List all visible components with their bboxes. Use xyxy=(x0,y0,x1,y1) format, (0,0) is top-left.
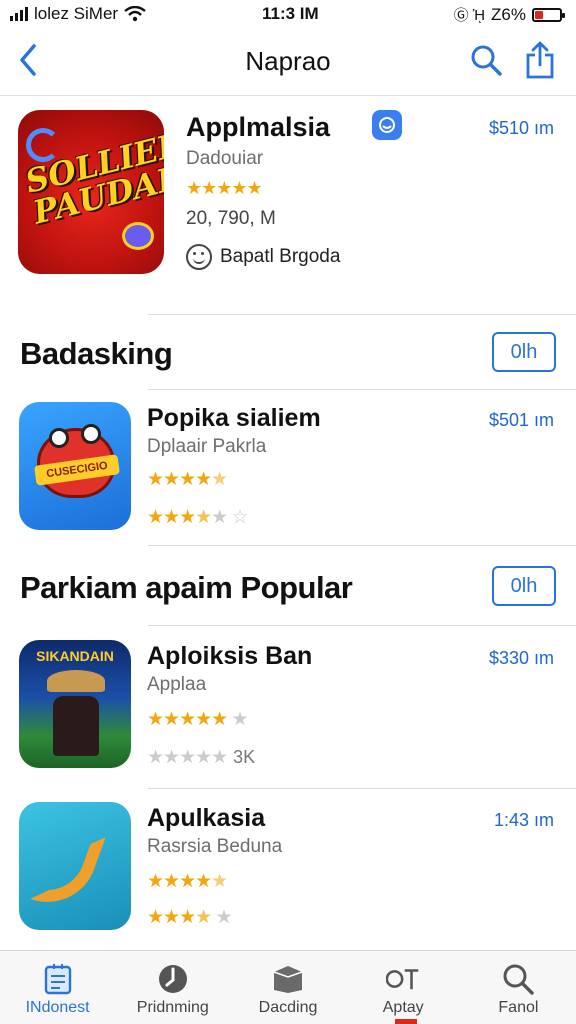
search-button[interactable] xyxy=(466,40,506,80)
apps-icon xyxy=(271,963,305,995)
tab-apps[interactable]: Dacding xyxy=(230,951,345,1024)
rating-stars-secondary: ★★★★ ★ xyxy=(147,906,232,929)
app-icon[interactable] xyxy=(19,802,131,930)
divider xyxy=(148,314,576,315)
tab-label: INdonest xyxy=(25,999,90,1016)
price-button[interactable]: 1:43 ım xyxy=(494,810,554,831)
tab-search[interactable]: Fanol xyxy=(461,951,576,1024)
stars-filled: ★★★★★ xyxy=(147,709,228,730)
arcade-icon xyxy=(386,963,420,995)
share-button[interactable] xyxy=(520,38,560,82)
hat-graphic xyxy=(47,670,105,692)
featured-app-name[interactable]: Applmalsia xyxy=(186,112,330,143)
divider xyxy=(148,788,576,789)
rating-stars: ★★★★★ ★ xyxy=(147,708,249,731)
section-title: Parkiam apaim Popular xyxy=(20,570,353,605)
price-button[interactable]: $501 ım xyxy=(489,410,554,431)
divider xyxy=(148,625,576,626)
stars-filled: ★★★★ xyxy=(147,871,212,892)
stars-half: ★ xyxy=(211,469,228,490)
price-button[interactable]: $330 ım xyxy=(489,648,554,669)
list-item[interactable]: CUSECIGIO Popika sialiem Dplaair Pakrla … xyxy=(0,402,576,532)
eye-graphic xyxy=(81,424,101,444)
stars-filled: ★★★ xyxy=(147,507,196,528)
battery-percent: Z6% xyxy=(491,4,526,24)
app-name[interactable]: Popika sialiem xyxy=(147,404,321,433)
games-icon xyxy=(156,963,190,995)
section-title: Badasking xyxy=(20,336,173,371)
list-item[interactable]: SIKANDAIN Aploiksis Ban Applaa $330 ım ★… xyxy=(0,640,576,770)
section-header: Badasking 0lh xyxy=(0,326,576,382)
tab-label: Aptay xyxy=(382,999,424,1016)
status-time: 11:3 IM xyxy=(262,4,319,23)
battery-icon xyxy=(532,7,565,22)
rating-stars-secondary: ★★★★★ 3K xyxy=(147,746,255,769)
search-icon xyxy=(501,963,535,995)
featured-rating-stars: ★★★★★ xyxy=(186,178,263,198)
stars-empty: ★ ☆ xyxy=(211,507,248,528)
smiley-icon xyxy=(186,244,212,270)
tab-label: Fanol xyxy=(498,999,539,1016)
status-icons: Ⓖ ᾘ xyxy=(453,7,486,24)
rating-stars: ★★★★★ xyxy=(147,870,228,893)
featured-app-icon[interactable]: SOLLIEK PAUDAI xyxy=(18,110,164,274)
carrier-label: lolez SiMer xyxy=(34,4,119,23)
see-all-button[interactable]: 0lh xyxy=(492,566,556,606)
divider xyxy=(148,545,576,546)
app-developer: Applaa xyxy=(147,674,207,695)
app-icon-label: SIKANDAIN xyxy=(36,648,114,664)
rating-count: 3K xyxy=(233,747,256,767)
divider xyxy=(148,389,576,390)
player-graphic xyxy=(53,696,99,756)
app-icon[interactable]: SIKANDAIN xyxy=(19,640,131,768)
app-developer: Rasrsia Beduna xyxy=(147,836,283,857)
app-developer: Dplaair Pakrla xyxy=(147,436,267,457)
app-icon[interactable]: CUSECIGIO xyxy=(19,402,131,530)
rating-stars: ★★★★★ xyxy=(147,468,228,491)
featured-award-label: Bapatl Brgoda xyxy=(220,246,341,267)
eye-graphic xyxy=(49,428,69,448)
featured-app[interactable]: SOLLIEK PAUDAI Applmalsia $510 ım Dadoui… xyxy=(0,108,576,288)
stars-empty: ★★★★★ xyxy=(147,747,228,768)
rating-stars-secondary: ★★★★★ ☆ xyxy=(147,506,249,529)
featured-price-button[interactable]: $510 ım xyxy=(489,118,554,139)
tab-bar: INdonest Pridnming Dacding Aptay Fanol xyxy=(0,950,576,1024)
list-item[interactable]: Apulkasia Rasrsia Beduna 1:43 ım ★★★★★ ★… xyxy=(0,802,576,932)
stars-empty: ★ xyxy=(215,907,232,928)
featured-award-row: Bapatl Brgoda xyxy=(186,244,340,270)
app-name[interactable]: Apulkasia xyxy=(147,804,265,833)
wifi-icon xyxy=(124,6,146,22)
banana-graphic xyxy=(30,819,106,917)
featured-download-count: 20, 790, M xyxy=(186,208,276,229)
section-header: Parkiam apaim Popular 0lh xyxy=(0,560,576,616)
status-left: lolez SiMer xyxy=(10,4,146,24)
stars-filled: ★★★★ xyxy=(147,469,212,490)
tab-label: Dacding xyxy=(258,999,318,1016)
editors-choice-icon xyxy=(372,110,402,140)
nav-bar: Naprao xyxy=(0,30,576,96)
stars-half: ★ xyxy=(195,907,212,928)
stars-filled: ★★★ xyxy=(147,907,196,928)
app-name[interactable]: Aploiksis Ban xyxy=(147,642,312,671)
tab-games[interactable]: Pridnming xyxy=(115,951,230,1024)
share-icon xyxy=(526,41,554,79)
tab-today[interactable]: INdonest xyxy=(0,951,115,1024)
creature-graphic xyxy=(122,222,154,250)
tab-arcade[interactable]: Aptay xyxy=(346,951,461,1024)
stars-empty: ★ xyxy=(231,709,248,730)
stars-half: ★ xyxy=(211,871,228,892)
status-bar: lolez SiMer 11:3 IM Ⓖ ᾘ Z6% xyxy=(0,0,576,30)
see-all-button[interactable]: 0lh xyxy=(492,332,556,372)
search-icon xyxy=(471,45,502,76)
status-right: Ⓖ ᾘ Z6% xyxy=(453,4,565,25)
cell-signal-icon xyxy=(10,7,28,21)
stars-half: ★ xyxy=(195,507,212,528)
today-icon xyxy=(41,963,75,995)
tab-label: Pridnming xyxy=(136,999,209,1016)
featured-developer: Dadouiar xyxy=(186,148,264,169)
tab-indicator xyxy=(395,1019,417,1024)
